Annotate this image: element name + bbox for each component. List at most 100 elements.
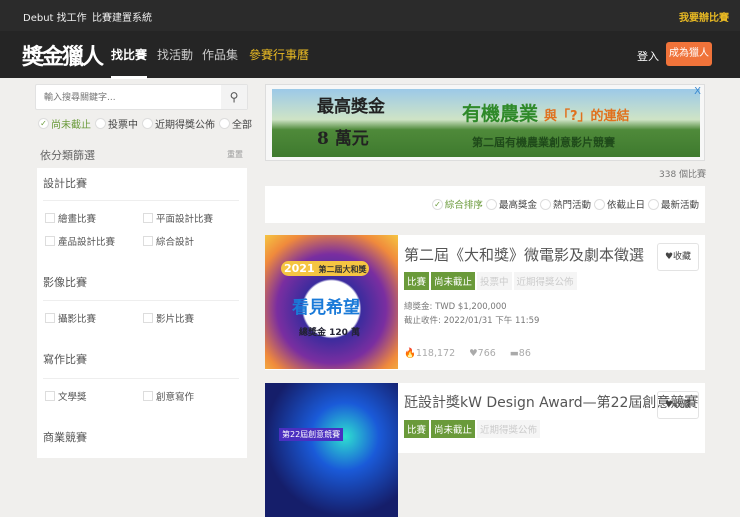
checkbox-label: 影片比賽 <box>156 314 195 325</box>
nav-calendar[interactable]: 參賽行事曆 <box>249 46 309 63</box>
status-filter-results[interactable]: 近期得獎公佈 <box>142 116 215 131</box>
comments: ▬86 <box>509 348 531 359</box>
checkbox-icon <box>45 236 55 246</box>
sort-overall[interactable]: ✓ 綜合排序 <box>431 197 483 211</box>
debut-jobs-link[interactable]: Debut 找工作 <box>23 9 87 24</box>
tag: 比賽 <box>404 272 430 290</box>
main-nav: 獎金獵人 找比賽 找活動 作品集 參賽行事曆 登入 成為獵人 <box>0 31 740 79</box>
heart-icon: ♥ <box>664 252 674 262</box>
checkbox-label: 繪畫比賽 <box>58 214 97 225</box>
nav-find-events[interactable]: 找活動 <box>157 46 193 63</box>
radio-label: 尚未截止 <box>51 120 91 131</box>
radio-label: 熱門活動 <box>552 200 591 211</box>
thumb-year: 2021 <box>284 262 315 275</box>
checkbox-product-design[interactable]: 產品設計比賽 <box>45 234 115 248</box>
radio-icon <box>142 118 153 129</box>
check-icon: ✓ <box>38 118 49 129</box>
divider <box>43 300 239 301</box>
prize-text: 總獎金: TWD $1,200,000 <box>404 302 507 312</box>
fire-icon: 🔥 <box>404 348 416 359</box>
contest-title[interactable]: 瓩設計獎kW Design Award—第22屆創意競賽 <box>404 392 698 412</box>
thumb-slogan: 看見希望 <box>292 298 360 318</box>
status-filters: ✓ 尚未截止 投票中 近期得獎公佈 全部 <box>38 116 252 131</box>
join-button[interactable]: 成為獵人 <box>666 42 712 66</box>
ad-subtitle: 第二屆有機農業創意影片競賽 <box>472 136 615 149</box>
status-filter-voting[interactable]: 投票中 <box>95 116 138 131</box>
host-contest-link[interactable]: 我要辦比賽 <box>679 9 729 24</box>
category-panel: 設計比賽 繪畫比賽 平面設計比賽 產品設計比賽 綜合設計 影像比賽 攝影比賽 影… <box>37 168 247 458</box>
checkbox-icon <box>143 313 153 323</box>
favorite-button[interactable]: ♥收藏 <box>657 391 699 419</box>
radio-label: 近期得獎公佈 <box>155 120 215 131</box>
sort-newest[interactable]: 最新活動 <box>647 197 699 211</box>
checkbox-label: 綜合設計 <box>156 237 195 248</box>
status-filter-all[interactable]: 全部 <box>219 116 252 131</box>
contest-card[interactable]: 第22屆創意競賽 瓩設計獎kW Design Award—第22屆創意競賽 ♥收… <box>265 383 705 517</box>
divider <box>43 378 239 379</box>
radio-icon <box>219 118 230 129</box>
thumb-amount: 總獎金 120 萬 <box>299 328 361 338</box>
checkbox-painting[interactable]: 繪畫比賽 <box>45 211 96 225</box>
favorite-label: 收藏 <box>673 400 692 410</box>
contest-title[interactable]: 第二屆《大和獎》微電影及劇本徵選 <box>404 244 644 265</box>
sort-popular[interactable]: 熱門活動 <box>539 197 591 211</box>
contest-thumbnail[interactable]: 2021 第二屆大和獎 看見希望 總獎金 120 萬 <box>265 235 398 369</box>
checkbox-icon <box>45 213 55 223</box>
checkbox-label: 創意寫作 <box>156 392 195 403</box>
checkbox-creative-writing[interactable]: 創意寫作 <box>143 389 194 403</box>
tag: 尚未截止 <box>431 420 476 438</box>
heart-icon: ♥ <box>469 348 478 359</box>
checkbox-label: 產品設計比賽 <box>58 237 116 248</box>
radio-label: 最新活動 <box>660 200 699 211</box>
contest-system-link[interactable]: 比賽建置系統 <box>92 9 152 24</box>
checkbox-icon <box>45 313 55 323</box>
top-bar: Debut 找工作 比賽建置系統 我要辦比賽 <box>0 0 740 31</box>
contest-thumbnail[interactable]: 第22屆創意競賽 <box>265 383 398 517</box>
nav-find-contests[interactable]: 找比賽 <box>111 46 148 79</box>
tag-list: 比賽 尚未截止 近期得獎公佈 <box>404 420 541 438</box>
sort-bar: ✓ 綜合排序 最高獎金 熱門活動 依截止日 最新活動 <box>265 186 705 223</box>
radio-label: 全部 <box>232 120 252 131</box>
sort-deadline[interactable]: 依截止日 <box>593 197 645 211</box>
ad-banner[interactable]: 最高獎金 8 萬元 有機農業 與「?」的連結 第二屆有機農業創意影片競賽 X <box>265 84 705 161</box>
checkbox-literature[interactable]: 文學獎 <box>45 389 87 403</box>
checkbox-general-design[interactable]: 綜合設計 <box>143 234 194 248</box>
checkbox-photography[interactable]: 攝影比賽 <box>45 311 96 325</box>
tag: 比賽 <box>404 420 430 438</box>
category-heading: 設計比賽 <box>43 177 87 190</box>
nav-portfolio[interactable]: 作品集 <box>202 46 238 63</box>
checkbox-icon <box>143 213 153 223</box>
checkbox-graphic-design[interactable]: 平面設計比賽 <box>143 211 213 225</box>
close-icon[interactable]: X <box>694 86 701 97</box>
tag: 近期得獎公佈 <box>477 420 541 438</box>
search-icon[interactable]: ⚲ <box>221 85 247 109</box>
search-box: ⚲ <box>35 84 248 110</box>
reset-button[interactable]: 重置 <box>227 149 243 160</box>
filter-title: 依分類篩選 <box>40 149 95 162</box>
checkbox-icon <box>45 391 55 401</box>
radio-label: 最高獎金 <box>498 200 537 211</box>
favorite-label: 收藏 <box>673 252 692 262</box>
contest-card[interactable]: 2021 第二屆大和獎 看見希望 總獎金 120 萬 第二屆《大和獎》微電影及劇… <box>265 235 705 370</box>
checkbox-label: 平面設計比賽 <box>156 214 214 225</box>
favorite-button[interactable]: ♥收藏 <box>657 243 699 271</box>
category-heading: 商業競賽 <box>43 431 87 444</box>
status-filter-open[interactable]: ✓ 尚未截止 <box>38 116 91 131</box>
checkbox-label: 攝影比賽 <box>58 314 97 325</box>
thumb-name: 第22屆創意競賽 <box>279 428 344 441</box>
category-heading: 寫作比賽 <box>43 353 87 366</box>
ad-headline-2: 與「?」的連結 <box>544 109 630 124</box>
logo[interactable]: 獎金獵人 <box>22 39 104 71</box>
check-icon: ✓ <box>431 198 443 210</box>
ad-text: 最高獎金 8 萬元 <box>317 97 385 149</box>
radio-icon <box>647 198 659 210</box>
checkbox-icon <box>143 391 153 401</box>
category-heading: 影像比賽 <box>43 276 87 289</box>
radio-icon <box>95 118 106 129</box>
search-input[interactable] <box>36 86 221 110</box>
sort-prize[interactable]: 最高獎金 <box>485 197 537 211</box>
tag: 尚未截止 <box>431 272 476 290</box>
checkbox-icon <box>143 236 153 246</box>
checkbox-film[interactable]: 影片比賽 <box>143 311 194 325</box>
login-link[interactable]: 登入 <box>637 48 659 64</box>
